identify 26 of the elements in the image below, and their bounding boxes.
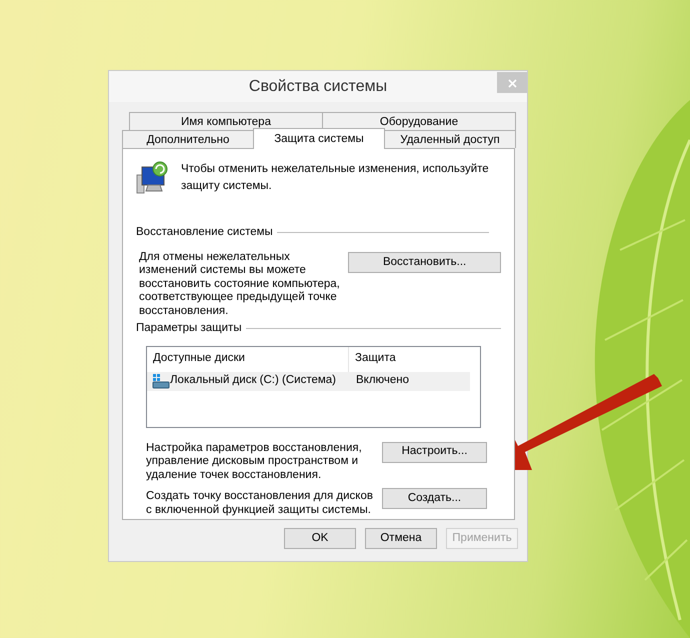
drive-icon [152,373,170,389]
list-row[interactable]: Локальный диск (C:) (Система) Включено [147,372,470,390]
drive-name: Локальный диск (C:) (Система) [170,373,336,388]
intro-text: Чтобы отменить нежелательные изменения, используйте защиту системы. [181,162,490,194]
restore-description: Для отмены нежелательных изменений системы вы можете восстановить состояние компьютера, соответствующее предыдущей точке восстановления. [139,250,341,318]
column-header-label[interactable]: Доступные диски [153,350,245,368]
restore-button[interactable]: Восстановить... [348,252,501,273]
section-heading: Восстановление системы [136,224,273,240]
tab[interactable]: Защита системы [253,128,385,149]
protection-status: Включено [355,373,410,388]
configure-button[interactable]: Настроить... [382,442,487,462]
tab[interactable]: Оборудование [322,112,516,130]
tab[interactable]: Дополнительно [122,130,254,148]
dialog-button[interactable]: Отмена [365,528,437,549]
close-icon [508,78,516,88]
tab[interactable]: Удаленный доступ [384,130,516,148]
configure-description: Настройка параметров восстановления, управление дисковым пространством и удаление точек восстановления. [146,442,363,482]
section-heading: Параметры защиты [136,321,242,336]
column-header-label[interactable]: Защита [355,352,396,364]
computer-icon [136,161,170,195]
window-title: Свойства системы [248,76,388,96]
create-description: Создать точку восстановления для дисков с включенной функцией защиты системы. [146,490,374,517]
create-button[interactable]: Создать... [382,488,487,509]
dialog-button[interactable]: OK [284,528,356,549]
close-button[interactable] [497,72,527,93]
tab[interactable]: Имя компьютера [129,112,323,130]
